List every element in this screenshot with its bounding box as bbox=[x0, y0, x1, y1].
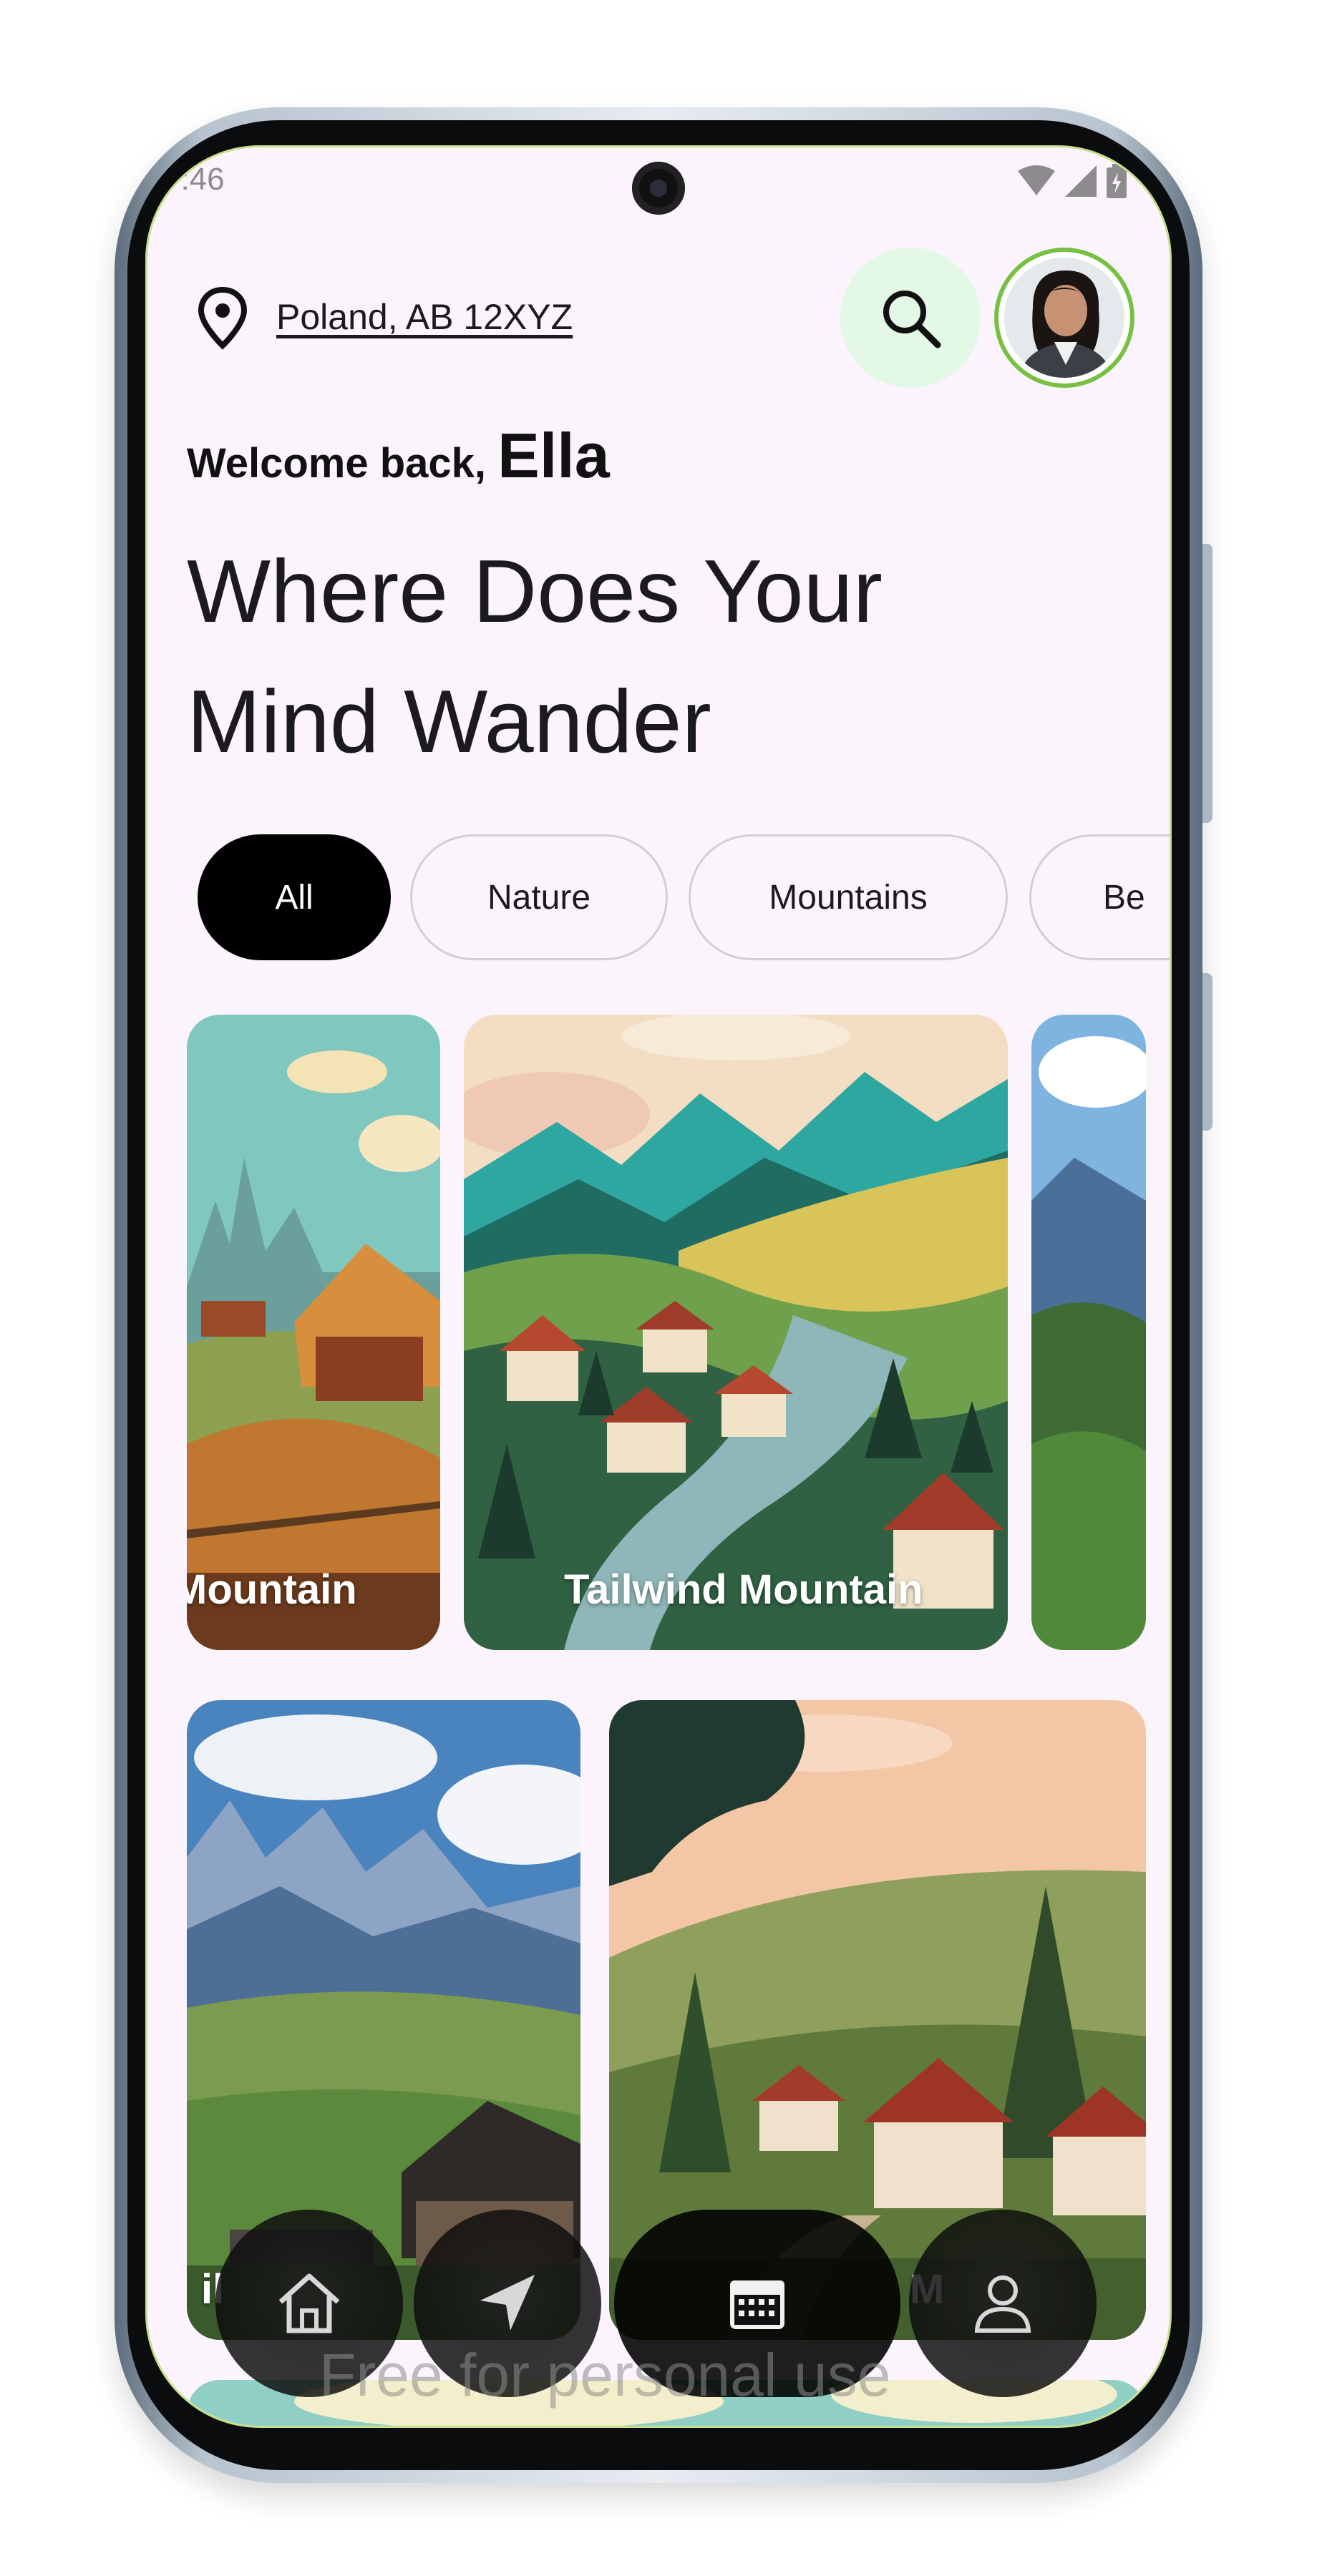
profile-icon bbox=[974, 2275, 1031, 2333]
watermark: Free for personal use bbox=[319, 2341, 891, 2409]
card-image bbox=[1031, 1015, 1146, 1650]
calendar-icon bbox=[730, 2280, 784, 2329]
status-time: 7:46 bbox=[163, 162, 225, 197]
battery-icon bbox=[1107, 164, 1127, 198]
profile-photo bbox=[1004, 258, 1124, 378]
app-screen: 7:46 Poland, AB 12XYZ Welcome back, Ella… bbox=[145, 145, 1172, 2428]
card-title: Mountain bbox=[187, 1566, 357, 1613]
search-button[interactable] bbox=[840, 248, 981, 388]
welcome-message: Welcome back, Ella bbox=[187, 419, 610, 492]
wifi-icon bbox=[1018, 165, 1055, 195]
welcome-prefix: Welcome back, bbox=[187, 440, 487, 487]
destination-card[interactable]: Mountain bbox=[187, 1015, 440, 1650]
user-name: Ella bbox=[497, 420, 610, 491]
location-pin-icon[interactable] bbox=[194, 286, 251, 350]
category-chips: All Nature Mountains Be bbox=[147, 834, 1170, 963]
location-text[interactable]: Poland, AB 12XYZ bbox=[276, 296, 573, 338]
chip-mountains[interactable]: Mountains bbox=[689, 834, 1008, 960]
chip-all[interactable]: All bbox=[198, 834, 391, 960]
card-image bbox=[187, 1015, 440, 1650]
front-camera bbox=[632, 162, 685, 215]
avatar[interactable] bbox=[994, 248, 1134, 388]
home-icon bbox=[278, 2273, 340, 2333]
destination-card[interactable] bbox=[1031, 1015, 1146, 1650]
search-icon bbox=[883, 291, 941, 348]
chip-partial[interactable]: Be bbox=[1029, 834, 1170, 960]
card-image bbox=[464, 1015, 1008, 1650]
signal-icon bbox=[1065, 165, 1097, 197]
page-title: Where Does Your Mind Wander bbox=[187, 542, 883, 771]
card-title: Tailwind Mountain bbox=[564, 1566, 923, 1613]
chip-nature[interactable]: Nature bbox=[410, 834, 668, 960]
destination-card[interactable]: Tailwind Mountain bbox=[464, 1015, 1008, 1650]
navigation-icon bbox=[480, 2275, 535, 2331]
status-bar: 7:46 bbox=[147, 147, 1170, 215]
nav-profile-button[interactable] bbox=[909, 2210, 1097, 2397]
